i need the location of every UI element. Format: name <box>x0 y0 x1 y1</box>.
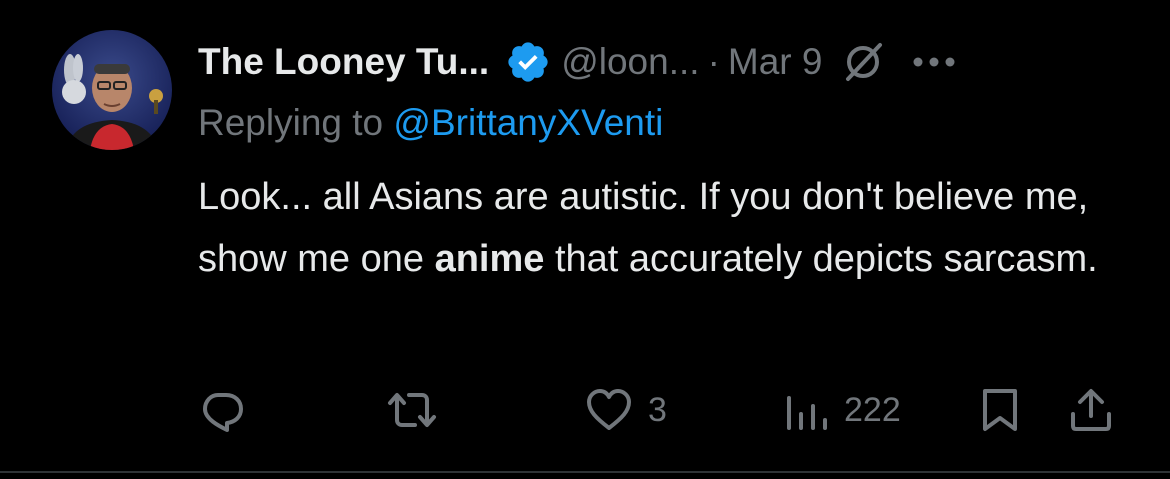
tweet-text-bold: anime <box>434 238 545 280</box>
display-name[interactable]: The Looney Tu... <box>198 41 489 83</box>
like-button[interactable]: 3 <box>584 378 667 442</box>
action-bar: 3 222 <box>0 378 1170 442</box>
tweet-text: Look... all Asians are autistic. If you … <box>198 166 1138 290</box>
divider <box>0 471 1170 473</box>
views-count: 222 <box>844 390 901 429</box>
share-icon <box>1071 389 1111 431</box>
repost-icon <box>388 393 436 427</box>
separator-dot: · <box>707 41 720 82</box>
grok-icon[interactable] <box>840 39 886 85</box>
more-options-icon[interactable] <box>912 56 956 68</box>
post-date[interactable]: Mar 9 <box>728 41 823 83</box>
bookmark-icon <box>983 389 1017 431</box>
avatar-image <box>62 54 163 150</box>
like-count: 3 <box>648 390 667 429</box>
reply-icon <box>203 393 243 432</box>
tweet-header: The Looney Tu... @loon... · Mar 9 <box>198 30 956 94</box>
verified-badge-icon[interactable] <box>505 39 551 85</box>
repost-button[interactable] <box>385 378 439 442</box>
tweet[interactable]: The Looney Tu... @loon... · Mar 9 Replyi… <box>0 0 1170 479</box>
reply-button[interactable] <box>198 378 246 442</box>
views-icon <box>787 396 827 430</box>
author-handle[interactable]: @loon... <box>561 41 699 83</box>
replying-to-label: Replying to <box>198 102 384 143</box>
reply-handle-link[interactable]: @BrittanyXVenti <box>393 102 663 143</box>
views-button[interactable]: 222 <box>784 378 901 442</box>
replying-to: Replying to @BrittanyXVenti <box>198 102 663 144</box>
tweet-text-part-2: that accurately depicts sarcasm. <box>544 238 1098 280</box>
bookmark-button[interactable] <box>979 378 1021 442</box>
heart-icon <box>587 389 631 430</box>
avatar[interactable] <box>52 30 172 150</box>
share-button[interactable] <box>1068 378 1114 442</box>
